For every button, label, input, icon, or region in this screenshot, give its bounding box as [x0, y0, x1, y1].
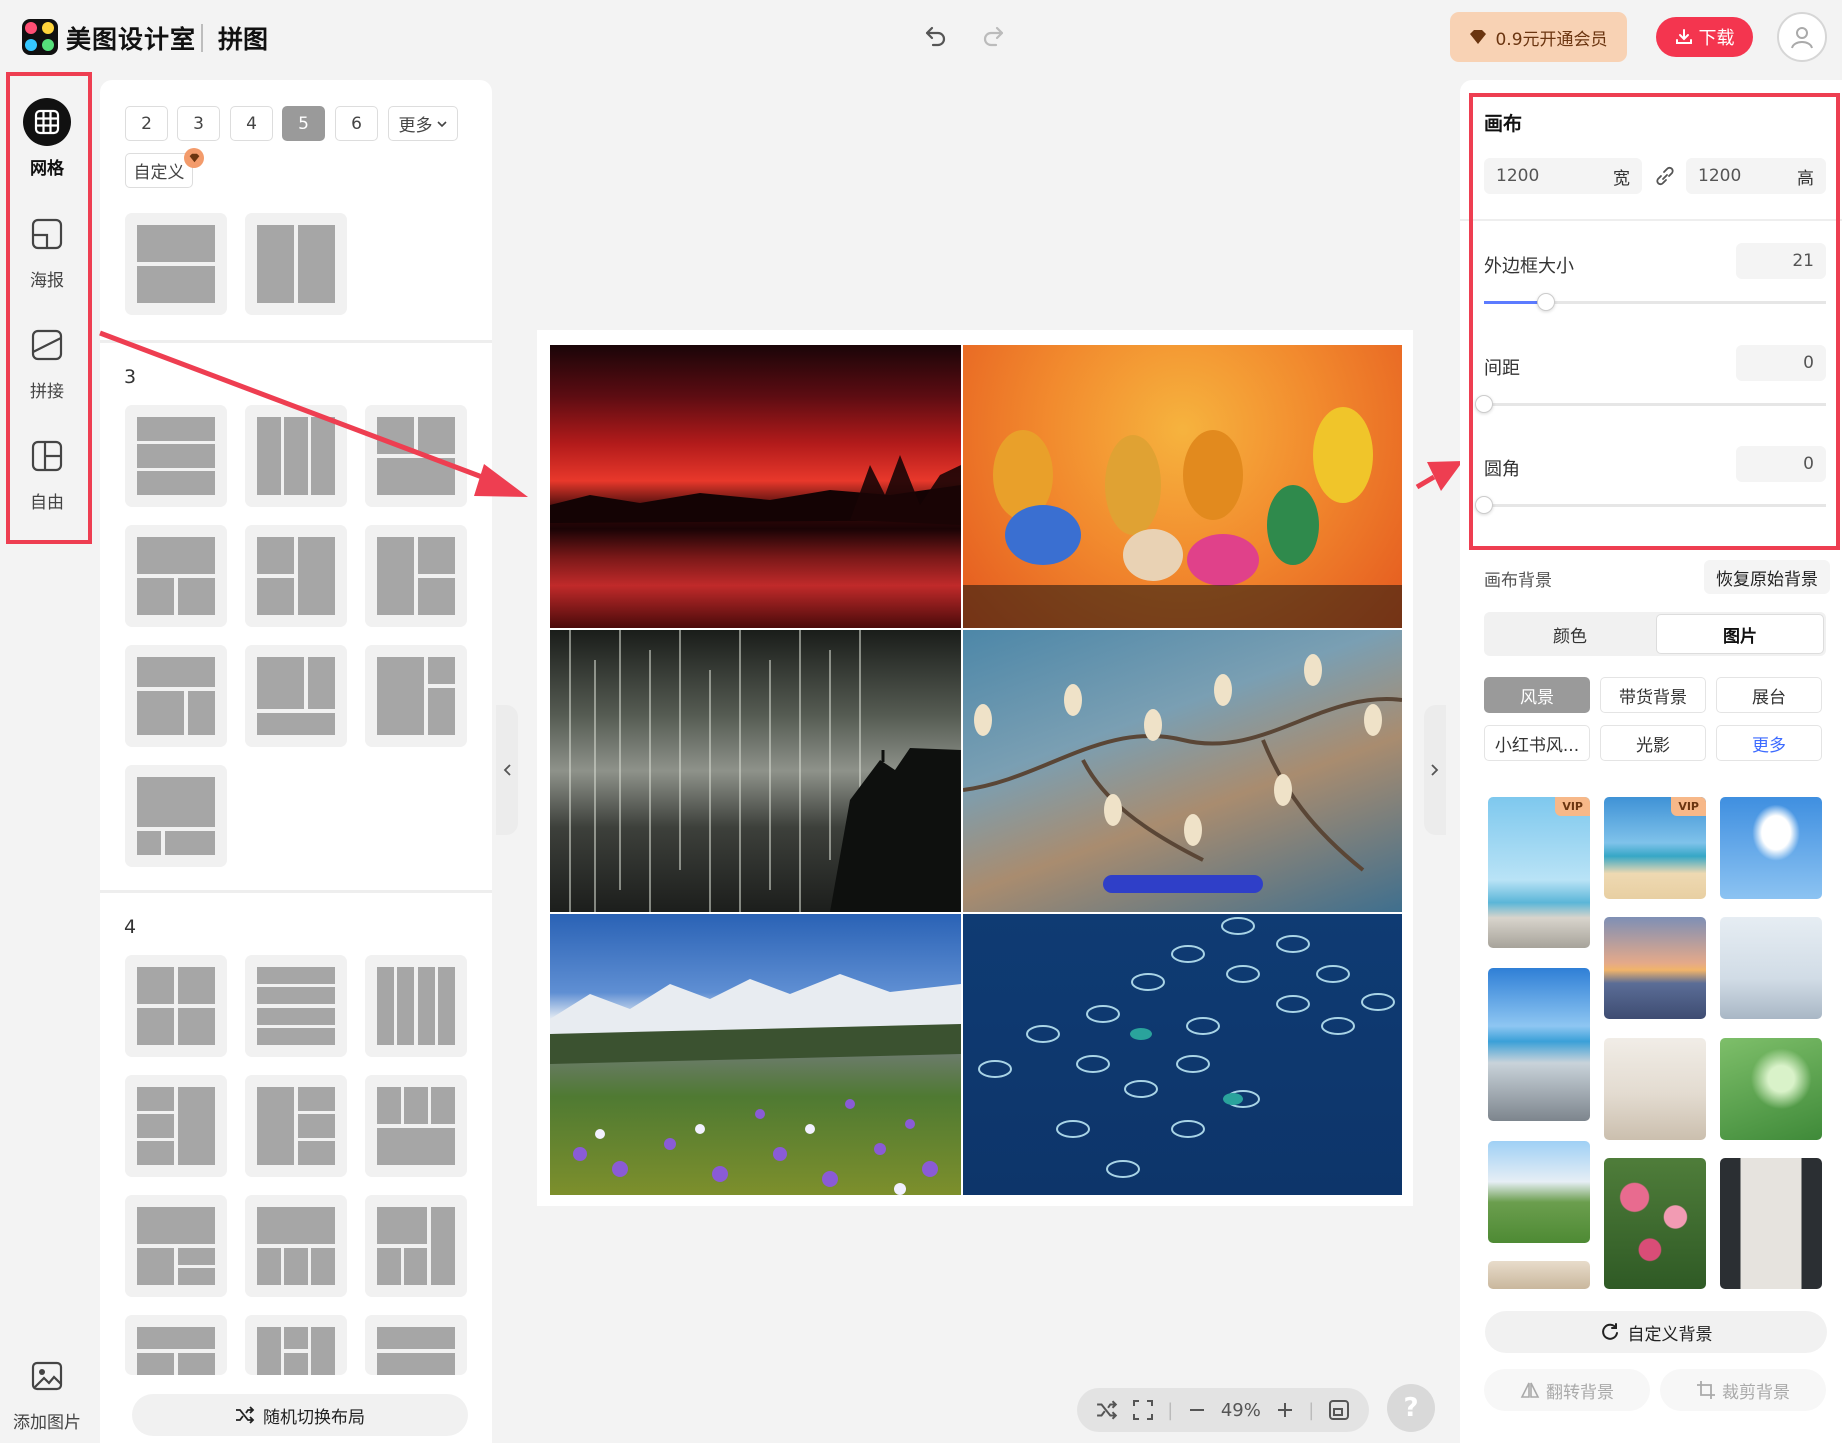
arrow-head-icon	[474, 464, 528, 497]
alpine-crocus-meadow-photo[interactable]	[550, 914, 961, 1195]
background-thumbnail[interactable]	[1488, 968, 1590, 1121]
custom-background-label: 自定义背景	[1627, 1324, 1713, 1345]
crop-background-button[interactable]: 裁剪背景	[1660, 1369, 1826, 1411]
background-thumbnail[interactable]	[1488, 1141, 1590, 1243]
background-thumbnail[interactable]	[1720, 797, 1822, 899]
restore-background-button[interactable]: 恢复原始背景	[1704, 560, 1830, 594]
refresh-icon	[1601, 1323, 1618, 1340]
zoom-toolbar: | 49% |	[1077, 1388, 1369, 1432]
flip-background-label: 翻转背景	[1546, 1382, 1614, 1403]
zoom-level: 49%	[1220, 1399, 1261, 1421]
vip-tag: VIP	[1671, 797, 1706, 816]
collapse-left-panel-button[interactable]	[496, 705, 518, 835]
background-thumbnail[interactable]: VIP	[1488, 797, 1590, 948]
toolbar-separator: |	[1308, 1399, 1315, 1421]
help-button[interactable]: ?	[1387, 1384, 1435, 1432]
background-thumbnail[interactable]	[1604, 917, 1706, 1019]
toolbar-separator: |	[1167, 1399, 1174, 1421]
shuffle-icon[interactable]	[1096, 1400, 1118, 1420]
ocean-fish-farms-photo[interactable]	[963, 914, 1402, 1195]
canvas-background-title: 画布背景	[1484, 571, 1552, 591]
zoom-in-icon[interactable]	[1275, 1400, 1295, 1420]
background-thumbnail[interactable]	[1488, 1261, 1590, 1289]
sunset-lake-photo[interactable]	[550, 345, 961, 628]
annotation-box-settings	[1469, 93, 1840, 550]
magnolia-branches-photo[interactable]	[963, 630, 1402, 912]
tab-color[interactable]: 颜色	[1486, 614, 1654, 654]
category-display-stand[interactable]: 展台	[1716, 677, 1822, 713]
background-thumbnail[interactable]	[1604, 1158, 1706, 1289]
crop-background-label: 裁剪背景	[1722, 1382, 1790, 1403]
chevron-right-icon	[1431, 764, 1439, 776]
category-product-bg[interactable]: 带货背景	[1600, 677, 1706, 713]
background-thumbnail[interactable]	[1720, 917, 1822, 1019]
zoom-out-icon[interactable]	[1187, 1400, 1207, 1420]
painted-hands-photo[interactable]	[963, 345, 1402, 628]
category-more[interactable]: 更多	[1716, 725, 1822, 761]
background-thumbnail[interactable]	[1604, 1038, 1706, 1140]
collage-canvas[interactable]	[537, 330, 1413, 1206]
background-thumbnail[interactable]	[1720, 1038, 1822, 1140]
flip-background-button[interactable]: 翻转背景	[1484, 1369, 1650, 1411]
category-light-shadow[interactable]: 光影	[1600, 725, 1706, 761]
category-xiaohongshu[interactable]: 小红书风...	[1484, 725, 1590, 761]
vip-tag: VIP	[1555, 797, 1590, 816]
collapse-right-panel-button[interactable]	[1424, 705, 1446, 835]
custom-background-button[interactable]: 自定义背景	[1485, 1311, 1827, 1353]
help-icon: ?	[1403, 1393, 1419, 1423]
minimap-icon[interactable]	[1328, 1399, 1350, 1421]
waterfall-photo[interactable]	[550, 630, 961, 912]
tab-image[interactable]: 图片	[1656, 614, 1824, 654]
chevron-left-icon	[503, 764, 511, 776]
category-scenery[interactable]: 风景	[1484, 677, 1590, 713]
flip-icon	[1520, 1382, 1540, 1398]
background-thumbnail[interactable]	[1720, 1158, 1822, 1289]
fit-screen-icon[interactable]	[1132, 1399, 1154, 1421]
crop-icon	[1697, 1381, 1715, 1399]
background-thumbnail[interactable]: VIP	[1604, 797, 1706, 899]
